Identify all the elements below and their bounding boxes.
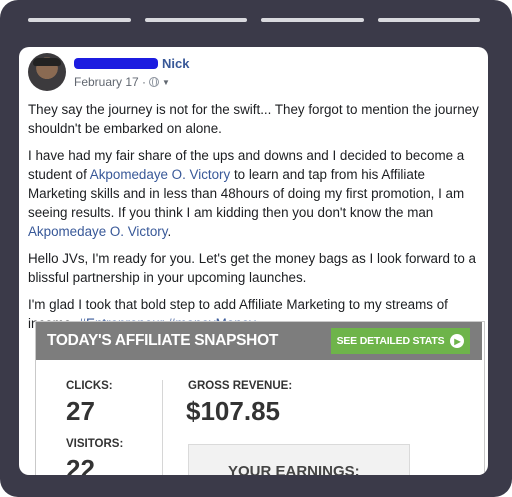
post-paragraph: I have had my fair share of the ups and … [28,146,483,241]
snapshot-header: TODAY'S AFFILIATE SNAPSHOT SEE DETAILED … [36,322,482,360]
gross-revenue-label: GROSS REVENUE: [188,380,293,392]
mention-link[interactable]: Akpomedaye O. Victory [90,167,230,182]
caret-down-icon[interactable]: ▼ [162,78,170,87]
your-earnings-label: YOUR EARNINGS: [228,463,360,475]
column-divider [162,380,163,475]
progress-segment [28,18,131,22]
see-detailed-stats-button: SEE DETAILED STATS ▶ [331,328,470,354]
avatar[interactable] [28,53,66,91]
post-meta: February 17 · ▼ [74,75,170,89]
post-body: They say the journey is not for the swif… [28,100,483,341]
clicks-value: 27 [66,396,95,426]
progress-segment [377,18,480,22]
paragraph-text: . [167,224,172,239]
arrow-right-icon: ▶ [450,334,465,348]
button-label: SEE DETAILED STATS [336,335,445,347]
story-frame: ⋮ Nick February 17 · ▼ They say the jour… [0,0,512,497]
author-row: Nick [74,55,189,71]
story-progress-bar [28,18,480,22]
author-name[interactable]: Nick [162,56,189,71]
clicks-label: CLICKS: [66,380,113,392]
paragraph-text: Hello JVs, I'm ready for you. Let's get … [28,251,476,285]
progress-segment [144,18,247,22]
visitors-value: 22 [66,454,95,475]
gross-revenue-value: $107.85 [186,396,280,426]
post-card: Nick February 17 · ▼ They say the journe… [19,47,488,475]
post-date[interactable]: February 17 · [74,75,146,89]
earnings-box: YOUR EARNINGS: [188,444,410,475]
snapshot-title: TODAY'S AFFILIATE SNAPSHOT [47,332,278,349]
post-paragraph: Hello JVs, I'm ready for you. Let's get … [28,249,483,287]
visitors-label: VISITORS: [66,438,124,450]
post-paragraph: They say the journey is not for the swif… [28,100,483,138]
progress-segment [261,18,364,22]
redacted-name-mask [74,57,158,69]
globe-icon [149,77,160,87]
mention-link[interactable]: Akpomedaye O. Victory [28,224,167,239]
affiliate-snapshot-image[interactable]: TODAY'S AFFILIATE SNAPSHOT SEE DETAILED … [35,321,485,475]
paragraph-text: They say the journey is not for the swif… [28,102,479,136]
